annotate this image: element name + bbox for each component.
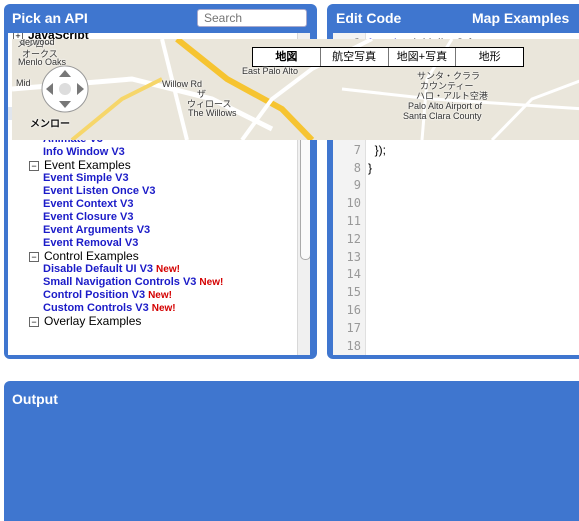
line-number: 13 [346, 249, 361, 264]
output-panel: Output [4, 381, 579, 521]
output-title: Output [12, 391, 58, 407]
tree-category[interactable]: − Event Examples [8, 159, 296, 172]
map-type-roadmap[interactable]: 地図 [253, 48, 321, 66]
hand-icon [59, 83, 71, 95]
line-number: 14 [346, 267, 361, 282]
map-type-terrain[interactable]: 地形 [456, 48, 523, 66]
map-type-control: 地図 航空写真 地図+写真 地形 [252, 47, 524, 67]
map-place-label: The Willows [188, 108, 237, 118]
map-place-label: Mid [16, 78, 31, 88]
sample-link[interactable]: Event Simple V3 [8, 172, 296, 185]
tree-label: Event Closure V3 [43, 211, 134, 223]
map-place-label: East Palo Alto [242, 66, 299, 76]
code-line: } [368, 160, 373, 175]
map-type-satellite[interactable]: 航空写真 [321, 48, 389, 66]
tree-label: Control Position V3 [43, 289, 146, 301]
sample-link[interactable]: Control Position V3 New! [8, 289, 296, 302]
sample-link[interactable]: Small Navigation Controls V3 New! [8, 276, 296, 289]
edit-code-title: Edit Code [336, 10, 402, 26]
line-number: 8 [353, 160, 361, 175]
tree-label: Event Arguments V3 [43, 224, 151, 236]
line-number: 17 [346, 320, 361, 335]
line-number: 16 [346, 303, 361, 317]
line-number: 9 [353, 178, 361, 193]
tree-label: Info Window V3 [43, 146, 125, 158]
collapse-icon[interactable]: − [29, 317, 39, 327]
tree-category[interactable]: − Control Examples [8, 250, 296, 263]
line-number: 11 [346, 214, 361, 228]
tree-label: Overlay Examples [44, 314, 142, 328]
map-place-label: Palo Alto Airport of [408, 101, 483, 111]
line-number: 12 [346, 231, 361, 246]
pan-control[interactable] [40, 64, 90, 114]
new-badge: New! [148, 290, 172, 301]
sample-link[interactable]: Event Listen Once V3 [8, 185, 296, 198]
map-place-label: Santa Clara County [403, 111, 482, 121]
tree-label: Small Navigation Controls V3 [43, 276, 197, 288]
new-badge: New! [199, 277, 224, 288]
new-badge: New! [151, 303, 176, 314]
tree-label: Disable Default UI V3 [43, 263, 154, 275]
map-place-label: メンロー [30, 119, 70, 130]
edit-code-subtitle: Map Examples [472, 10, 570, 26]
tree-label: Event Examples [44, 158, 131, 172]
line-number: 18 [346, 338, 361, 353]
sample-link[interactable]: Disable Default UI V3 New! [8, 263, 296, 276]
line-number: 15 [346, 285, 361, 300]
map-place-label: Menlo Oaks [18, 57, 67, 67]
map-canvas[interactable]: 地図 航空写真 地図+写真 地形 メンロー オークス Menlo Oaks derwo… [12, 39, 579, 140]
tree-label: Event Listen Once V3 [43, 185, 156, 197]
new-badge: New! [156, 264, 180, 275]
map-type-hybrid[interactable]: 地図+写真 [389, 48, 457, 66]
search-input[interactable] [197, 9, 307, 27]
tree-category[interactable]: − Overlay Examples [8, 315, 296, 328]
sample-link[interactable]: Event Arguments V3 [8, 224, 296, 237]
map-place-label: derwood [20, 39, 55, 47]
tree-label: Event Simple V3 [43, 172, 129, 184]
tree-label: Event Context V3 [43, 198, 134, 210]
tree-label: Event Removal V3 [43, 237, 139, 249]
collapse-icon[interactable]: − [29, 161, 39, 171]
line-number: 10 [346, 196, 361, 211]
pick-api-title: Pick an API [12, 10, 88, 26]
map-place-label: Willow Rd [162, 79, 203, 89]
code-line: }); [368, 142, 387, 157]
line-number: 7 [353, 142, 361, 157]
sample-link[interactable]: Event Closure V3 [8, 211, 296, 224]
tree-label: Control Examples [44, 249, 139, 263]
sample-link[interactable]: Event Context V3 [8, 198, 296, 211]
tree-label: Custom Controls V3 [43, 302, 149, 314]
collapse-icon[interactable]: − [29, 252, 39, 262]
